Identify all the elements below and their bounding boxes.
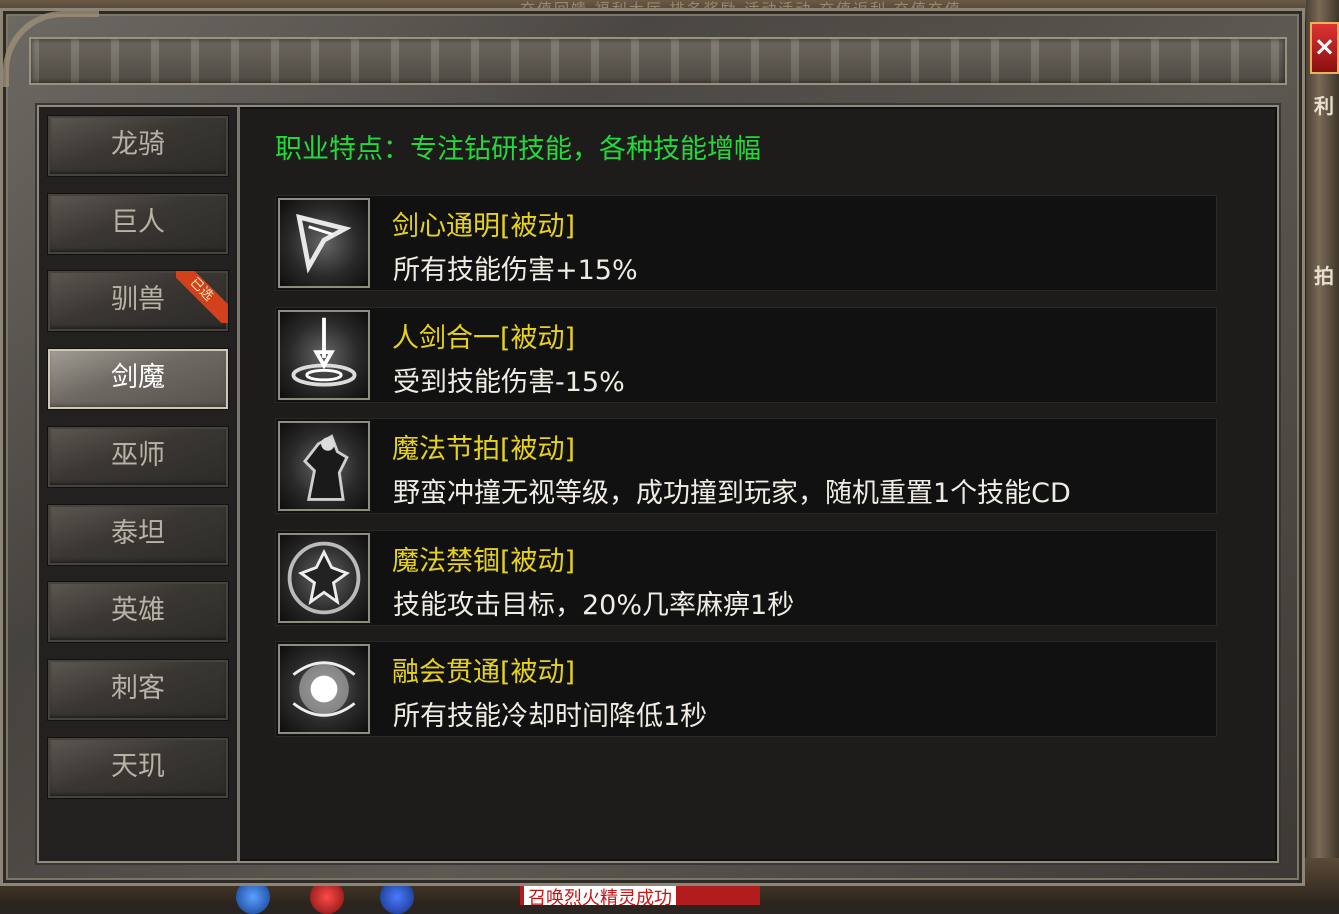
blade-icon[interactable] (278, 198, 370, 288)
skill-row[interactable]: 魔法节拍[被动] 野蛮冲撞无视等级，成功撞到玩家，随机重置1个技能CD (275, 418, 1217, 514)
bound-figure-icon[interactable] (278, 532, 370, 623)
skill-description: 野蛮冲撞无视等级，成功撞到玩家，随机重置1个技能CD (393, 478, 1071, 509)
glowing-orb-icon[interactable] (278, 644, 370, 734)
class-tab-label: 龙骑 (111, 129, 165, 160)
class-tab-5[interactable]: 泰坦 (47, 503, 229, 566)
warrior-charge-icon[interactable] (278, 421, 370, 511)
class-tab-2[interactable]: 驯兽 已选 (47, 270, 229, 333)
selected-badge: 已选 (176, 271, 228, 324)
class-tab-6[interactable]: 英雄 (47, 581, 229, 644)
class-tab-label: 驯兽 (111, 284, 165, 316)
class-tab-list: 龙骑巨人驯兽 已选剑魔巫师泰坦英雄刺客天玑 (39, 107, 240, 861)
skill-content: 职业特点：专注钻研技能，各种技能增幅 剑心通明[被动] 所有技能伤害+15% 人剑合… (275, 107, 1275, 861)
skill-row[interactable]: 魔法禁锢[被动] 技能攻击目标，20%几率麻痹1秒 (275, 529, 1217, 626)
skill-name: 融会贯通[被动] (392, 657, 576, 688)
game-right-sidebar: 利 拍 (1306, 0, 1339, 905)
skill-name: 人剑合一[被动] (392, 322, 576, 354)
class-tab-4[interactable]: 巫师 (47, 425, 229, 488)
skill-row[interactable]: 融会贯通[被动] 所有技能冷却时间降低1秒 (275, 641, 1217, 737)
sword-impact-icon[interactable] (278, 309, 370, 400)
side-glyph: 拍 (1314, 264, 1334, 288)
side-glyph: 利 (1314, 94, 1334, 118)
selected-badge-text: 已选 (176, 271, 228, 324)
class-tab-1[interactable]: 巨人 (47, 192, 229, 255)
window-title-strip (29, 37, 1287, 85)
skill-row[interactable]: 剑心通明[被动] 所有技能伤害+15% (275, 195, 1217, 291)
skill-row[interactable]: 人剑合一[被动] 受到技能伤害-15% (275, 306, 1217, 403)
skill-description: 技能攻击目标，20%几率麻痹1秒 (393, 589, 795, 621)
skill-name: 魔法节拍[被动] (392, 434, 576, 465)
class-tab-label: 刺客 (111, 672, 165, 704)
content-panel: 龙骑巨人驯兽 已选剑魔巫师泰坦英雄刺客天玑 职业特点：专注钻研技能，各种技能增幅 … (37, 105, 1279, 863)
close-icon: × (1313, 32, 1336, 62)
class-tab-label: 泰坦 (111, 517, 165, 549)
class-tab-label: 剑魔 (111, 362, 165, 394)
class-tab-label: 巨人 (111, 206, 165, 238)
skill-description: 受到技能伤害-15% (393, 366, 625, 398)
close-button[interactable]: × (1310, 22, 1339, 74)
skill-description: 所有技能伤害+15% (393, 255, 638, 286)
class-tab-3[interactable]: 剑魔 (47, 348, 229, 411)
class-tab-label: 巫师 (111, 439, 165, 471)
skill-name: 魔法禁锢[被动] (392, 545, 576, 577)
class-skills-window: 龙骑巨人驯兽 已选剑魔巫师泰坦英雄刺客天玑 职业特点：专注钻研技能，各种技能增幅 … (0, 8, 1305, 886)
skill-name: 剑心通明[被动] (392, 211, 576, 242)
skill-description: 所有技能冷却时间降低1秒 (393, 701, 708, 732)
class-trait-text: 职业特点：专注钻研技能，各种技能增幅 (275, 134, 761, 165)
class-tab-7[interactable]: 刺客 (47, 658, 229, 721)
class-tab-8[interactable]: 天玑 (47, 736, 229, 799)
class-tab-0[interactable]: 龙骑 (47, 115, 229, 177)
class-tab-label: 天玑 (111, 750, 165, 782)
system-notice-text: 召唤烈火精灵成功 (524, 884, 676, 905)
class-tab-label: 英雄 (111, 595, 165, 627)
